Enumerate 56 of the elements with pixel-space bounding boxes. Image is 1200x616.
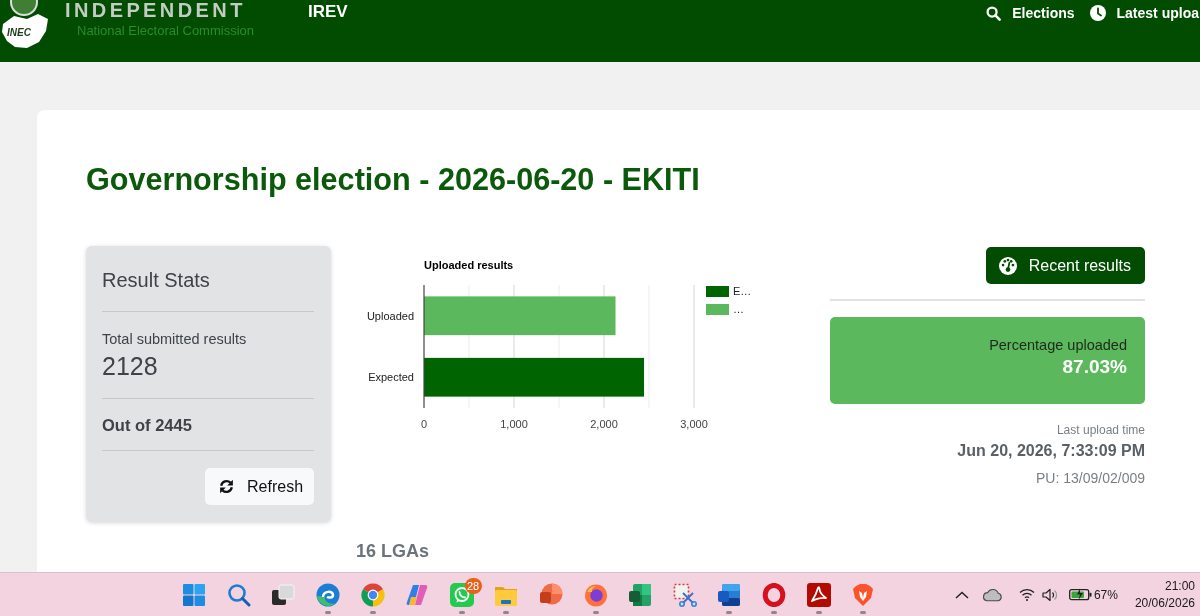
refresh-icon: [218, 478, 235, 495]
nav-link[interactable]: Latest uploa: [1089, 4, 1199, 22]
chart-title: Uploaded results: [424, 259, 514, 271]
out-of-text: Out of 2445: [102, 415, 193, 436]
ring-browser-icon[interactable]: [762, 582, 786, 607]
notification-badge: 28: [464, 578, 482, 594]
battery-icon[interactable]: [1068, 588, 1092, 601]
clock-icon: [1089, 5, 1106, 21]
polling-unit-text: PU: 13/09/02/009: [1036, 469, 1145, 487]
legend-label: …: [733, 303, 744, 315]
category-label: Expected: [368, 371, 414, 384]
scissors-icon[interactable]: [672, 582, 697, 607]
total-label: Total submitted results: [102, 330, 248, 349]
tick-label: 3,000: [680, 418, 708, 430]
total-value: 2128: [102, 351, 159, 381]
refresh-button[interactable]: Refresh: [205, 468, 314, 505]
browser-swirl-icon[interactable]: [316, 582, 341, 607]
cloud-icon[interactable]: [981, 587, 1003, 602]
nav-link[interactable]: Elections: [986, 4, 1075, 22]
start-menu-icon[interactable]: [182, 582, 207, 607]
brand-name: INDEPENDENT: [65, 0, 246, 20]
percentage-value: 87.03%: [1061, 355, 1127, 379]
chevron-up-icon[interactable]: [954, 590, 969, 599]
category-label: Uploaded: [366, 309, 414, 322]
gauge-icon: [998, 256, 1017, 275]
brand-subtitle: National Electoral Commission: [77, 23, 254, 39]
legend-label: E…: [733, 285, 752, 297]
tick-label: 0: [420, 418, 428, 430]
volume-icon[interactable]: [1041, 587, 1057, 602]
tick-label: 1,000: [500, 418, 528, 430]
lgas-heading: 16 LGAs: [356, 540, 431, 562]
round-browser-icon[interactable]: [360, 582, 385, 607]
app-name[interactable]: IREV: [308, 2, 348, 22]
percentage-label: Percentage uploaded: [988, 336, 1127, 355]
presentation-app-icon[interactable]: [539, 582, 564, 607]
page-title: Governorship election - 2026-06-20 - EKITI: [86, 161, 701, 197]
shield-browser-icon[interactable]: [851, 582, 876, 607]
orb-browser-icon[interactable]: [583, 582, 608, 607]
clock-date[interactable]: 20/06/2026: [1134, 594, 1195, 612]
emblem-map-icon: [0, 0, 50, 50]
spreadsheet-app-icon[interactable]: [628, 582, 653, 607]
document-app-icon[interactable]: [717, 582, 742, 607]
search-icon: [986, 5, 1002, 21]
last-upload-label: Last upload time: [1056, 422, 1145, 438]
logo-text: INEC: [7, 27, 31, 39]
search-icon[interactable]: [226, 582, 251, 607]
swoosh-app-icon[interactable]: [806, 582, 831, 607]
task-view-icon[interactable]: [271, 582, 296, 607]
tick-label: 2,000: [590, 418, 618, 430]
clock-time[interactable]: 21:00: [1164, 577, 1195, 595]
recent-results-button[interactable]: Recent results: [985, 247, 1145, 284]
battery-percent: 67%: [1093, 587, 1118, 602]
last-upload-time: Jun 20, 2026, 7:33:09 PM: [957, 441, 1145, 461]
ribbon-logo-icon[interactable]: [405, 582, 430, 607]
stats-title: Result Stats: [102, 268, 211, 293]
wifi-icon[interactable]: [1018, 588, 1035, 601]
